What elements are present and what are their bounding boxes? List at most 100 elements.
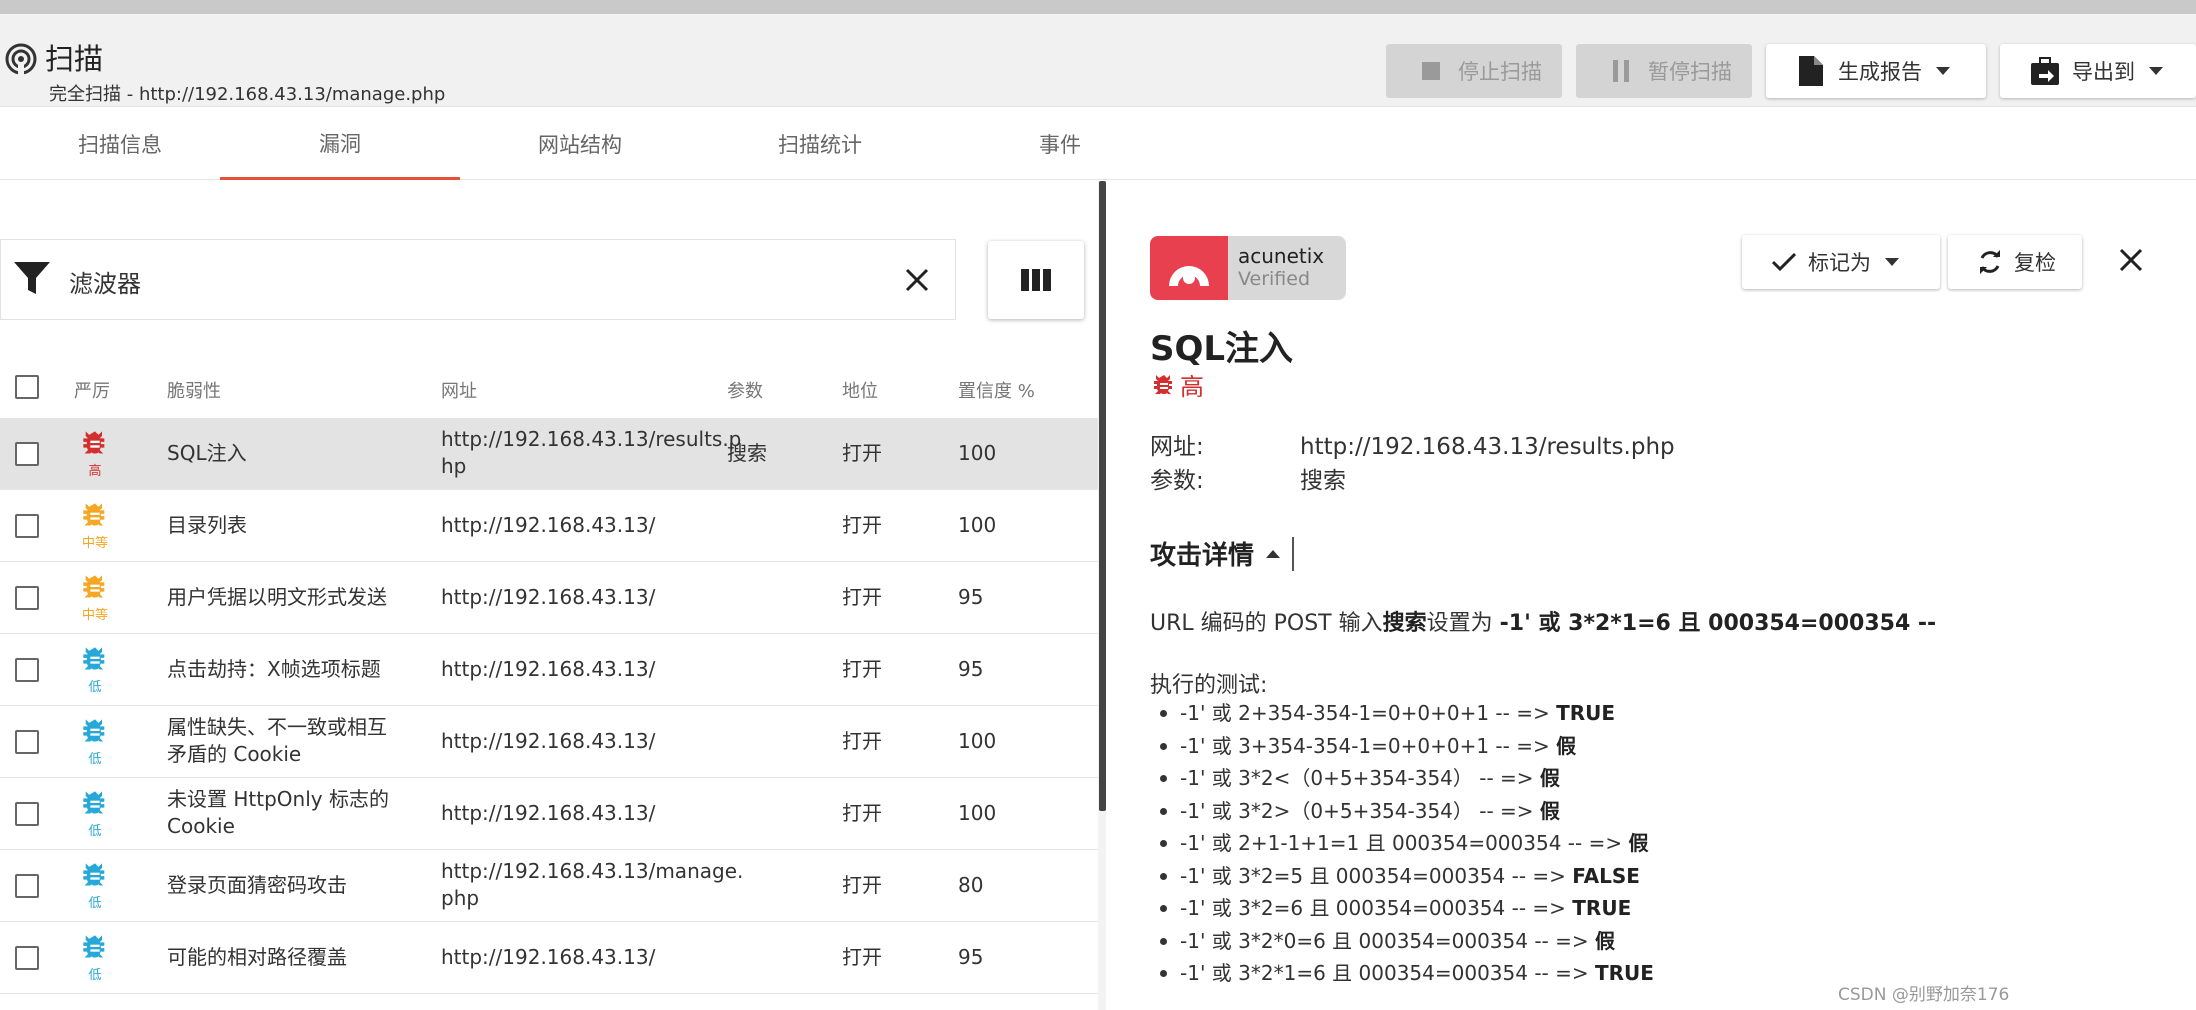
window-top-bar (0, 0, 2196, 14)
severity-indicator: 低 (78, 932, 112, 988)
row-checkbox[interactable] (15, 658, 39, 682)
test-item: -1' 或 2+354-354-1=0+0+0+1 -- => TRUE (1150, 697, 1654, 730)
severity-indicator: 低 (78, 644, 112, 700)
export-button[interactable]: 导出到 (2000, 44, 2196, 98)
stop-scan-button[interactable]: 停止扫描 (1386, 44, 1562, 98)
vulnerability-list-panel: 滤波器 严厉 脆弱性 网址 参数 地位 置信度 % 高 SQL注入 http:/… (0, 181, 1098, 1010)
mark-as-button[interactable]: 标记为 (1742, 235, 1940, 289)
close-icon[interactable] (903, 266, 931, 294)
acunetix-verified-logo: acunetix Verified (1150, 236, 1346, 300)
row-checkbox[interactable] (15, 514, 39, 538)
test-item: -1' 或 3*2<（0+5+354-354） -- => 假 (1150, 762, 1654, 795)
scan-header: 扫描 完全扫描 - http://192.168.43.13/manage.ph… (0, 14, 2196, 107)
tab-vulnerabilities[interactable]: 漏洞 (220, 108, 460, 180)
confidence-cell: 95 (958, 657, 984, 681)
stop-icon (1416, 56, 1446, 86)
bug-icon (83, 503, 105, 526)
refresh-icon (1976, 248, 2004, 276)
tab-scan-stats[interactable]: 扫描统计 (700, 108, 940, 180)
status-cell: 打开 (842, 441, 882, 465)
bug-icon (83, 575, 105, 598)
severity-indicator: 低 (78, 860, 112, 916)
table-row[interactable]: 低 可能的相对路径覆盖 http://192.168.43.13/ 打开 95 (0, 922, 1098, 994)
pause-scan-button[interactable]: 暂停扫描 (1576, 44, 1752, 98)
columns-button[interactable] (988, 241, 1084, 319)
status-cell: 打开 (842, 729, 882, 753)
check-icon (1770, 248, 1798, 276)
tab-scan-info[interactable]: 扫描信息 (0, 108, 240, 180)
generate-report-button[interactable]: 生成报告 (1766, 44, 1986, 98)
confidence-cell: 100 (958, 441, 997, 465)
severity-indicator: 低 (78, 788, 112, 844)
detail-parameter: 参数: 搜索 (1150, 468, 1346, 494)
row-checkbox[interactable] (15, 442, 39, 466)
row-checkbox[interactable] (15, 730, 39, 754)
test-item: -1' 或 2+1-1+1=1 且 000354=000354 -- => 假 (1150, 827, 1654, 860)
bug-icon (83, 791, 105, 814)
pause-icon (1606, 56, 1636, 86)
close-detail-icon[interactable] (2116, 245, 2146, 275)
filter-label: 滤波器 (69, 270, 141, 298)
bug-icon (83, 719, 105, 742)
severity-indicator: 中等 (78, 572, 112, 628)
acunetix-logo-icon (1169, 266, 1209, 286)
tests-list: -1' 或 2+354-354-1=0+0+0+1 -- => TRUE -1' … (1150, 697, 1654, 990)
bug-icon (83, 935, 105, 958)
table-header: 严厉 脆弱性 网址 参数 地位 置信度 % (0, 357, 1098, 417)
column-severity[interactable]: 严厉 (74, 377, 110, 403)
status-cell: 打开 (842, 945, 882, 969)
severity-badge: 高 (1152, 367, 1204, 402)
tab-site-structure[interactable]: 网站结构 (460, 108, 700, 180)
radar-icon (5, 43, 37, 76)
export-icon (2030, 56, 2060, 86)
severity-indicator: 高 (78, 428, 112, 484)
filter-bar[interactable]: 滤波器 (0, 239, 956, 320)
parameter-cell: 搜索 (727, 441, 767, 465)
row-checkbox[interactable] (15, 802, 39, 826)
column-status[interactable]: 地位 (842, 377, 878, 403)
table-row[interactable]: 低 属性缺失、不一致或相互 矛盾的 Cookie http://192.168.… (0, 706, 1098, 778)
logo-brand: acunetix (1238, 244, 1325, 268)
test-item: -1' 或 3*2=6 且 000354=000354 -- => TRUE (1150, 892, 1654, 925)
page-title: 扫描 (45, 42, 104, 76)
tab-events[interactable]: 事件 (940, 108, 1180, 180)
table-row[interactable]: 低 登录页面猜密码攻击 http://192.168.43.13/manage.… (0, 850, 1098, 922)
watermark: CSDN @别野加奈176 (1838, 985, 2010, 1005)
table-row[interactable]: 低 未设置 HttpOnly 标志的 Cookie http://192.168… (0, 778, 1098, 850)
chevron-up-icon (1266, 549, 1281, 558)
list-scrollbar-thumb[interactable] (1099, 181, 1106, 811)
test-item: -1' 或 3+354-354-1=0+0+0+1 -- => 假 (1150, 730, 1654, 763)
table-row[interactable]: 低 点击劫持：X帧选项标题 http://192.168.43.13/ 打开 9… (0, 634, 1098, 706)
detail-url-value[interactable]: http://192.168.43.13/results.php (1300, 434, 1675, 460)
recheck-button[interactable]: 复检 (1948, 235, 2082, 289)
logo-verified: Verified (1238, 268, 1311, 290)
column-vulnerability[interactable]: 脆弱性 (167, 377, 221, 403)
column-parameter[interactable]: 参数 (727, 377, 763, 403)
filter-icon (14, 262, 50, 294)
select-all-checkbox[interactable] (15, 375, 39, 399)
row-checkbox[interactable] (15, 586, 39, 610)
chevron-down-icon (1936, 67, 1950, 75)
vulnerability-detail-panel: acunetix Verified 标记为 复检 SQL注入 高 网址: http… (1106, 181, 2196, 1010)
severity-indicator: 中等 (78, 500, 112, 556)
bug-icon (1154, 374, 1172, 394)
row-checkbox[interactable] (15, 874, 39, 898)
confidence-cell: 95 (958, 585, 984, 609)
table-row[interactable]: 中等 用户凭据以明文形式发送 http://192.168.43.13/ 打开 … (0, 562, 1098, 634)
confidence-cell: 100 (958, 729, 997, 753)
chevron-down-icon (2149, 67, 2163, 75)
confidence-cell: 100 (958, 801, 997, 825)
test-item: -1' 或 3*2*0=6 且 000354=000354 -- => 假 (1150, 925, 1654, 958)
test-item: -1' 或 3*2*1=6 且 000354=000354 -- => TRUE (1150, 957, 1654, 990)
bug-icon (83, 431, 105, 454)
bug-icon (83, 647, 105, 670)
column-url[interactable]: 网址 (441, 377, 477, 403)
test-item: -1' 或 3*2=5 且 000354=000354 -- => FALSE (1150, 860, 1654, 893)
column-confidence[interactable]: 置信度 % (958, 377, 1035, 403)
attack-details-toggle[interactable]: 攻击详情 (1150, 535, 1295, 572)
table-row[interactable]: 高 SQL注入 http://192.168.43.13/results.p h… (0, 418, 1098, 490)
detail-url: 网址: http://192.168.43.13/results.php (1150, 434, 1675, 460)
row-checkbox[interactable] (15, 946, 39, 970)
table-row[interactable]: 中等 目录列表 http://192.168.43.13/ 打开 100 (0, 490, 1098, 562)
vulnerability-title: SQL注入 (1150, 329, 1294, 369)
